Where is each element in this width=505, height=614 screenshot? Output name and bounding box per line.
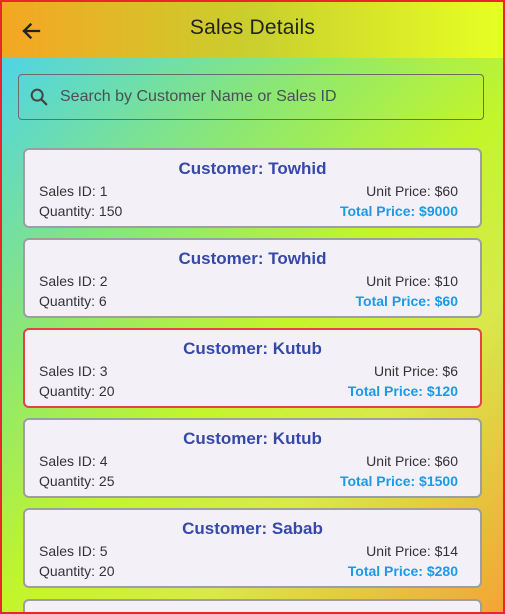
total-price: Total Price: $60 [355, 293, 458, 309]
quantity: Quantity: 20 [39, 383, 115, 399]
sale-card[interactable]: Customer: Towhid Sales ID: 1 Quantity: 1… [23, 148, 482, 228]
customer-name: Customer: Towhid [178, 249, 327, 268]
app-frame: Sales Details Customer: Towhid Sales ID:… [0, 0, 505, 614]
unit-price: Unit Price: $60 [366, 453, 458, 469]
sale-card-selected[interactable]: Customer: Kutub Sales ID: 3 Quantity: 20… [23, 328, 482, 408]
unit-price: Unit Price: $14 [366, 543, 458, 559]
quantity: Quantity: 150 [39, 203, 123, 219]
sales-id: Sales ID: 3 [39, 363, 108, 379]
quantity: Quantity: 25 [39, 473, 115, 489]
customer-name: Customer: Kutub [183, 429, 322, 448]
unit-price: Unit Price: $6 [373, 363, 458, 379]
total-price: Total Price: $280 [347, 563, 458, 579]
sale-card-partial[interactable] [23, 599, 482, 612]
total-price: Total Price: $1500 [339, 473, 458, 489]
customer-name: Customer: Sabab [182, 519, 323, 538]
search-input[interactable] [58, 87, 483, 107]
sale-card[interactable]: Customer: Sabab Sales ID: 5 Quantity: 20… [23, 508, 482, 588]
customer-name: Customer: Towhid [178, 159, 327, 178]
sales-id: Sales ID: 4 [39, 453, 108, 469]
app-bar: Sales Details [2, 2, 503, 58]
search-field[interactable] [18, 74, 484, 120]
main-content: Customer: Towhid Sales ID: 1 Quantity: 1… [2, 58, 503, 612]
sales-id: Sales ID: 1 [39, 183, 108, 199]
quantity: Quantity: 6 [39, 293, 107, 309]
sales-id: Sales ID: 5 [39, 543, 108, 559]
unit-price: Unit Price: $10 [366, 273, 458, 289]
unit-price: Unit Price: $60 [366, 183, 458, 199]
page-title: Sales Details [189, 16, 316, 39]
total-price: Total Price: $120 [347, 383, 458, 399]
sale-card[interactable]: Customer: Kutub Sales ID: 4 Quantity: 25… [23, 418, 482, 498]
sale-card[interactable]: Customer: Towhid Sales ID: 2 Quantity: 6… [23, 238, 482, 318]
total-price: Total Price: $9000 [339, 203, 458, 219]
sales-id: Sales ID: 2 [39, 273, 108, 289]
search-icon [30, 88, 48, 106]
quantity: Quantity: 20 [39, 563, 115, 579]
customer-name: Customer: Kutub [183, 339, 322, 358]
